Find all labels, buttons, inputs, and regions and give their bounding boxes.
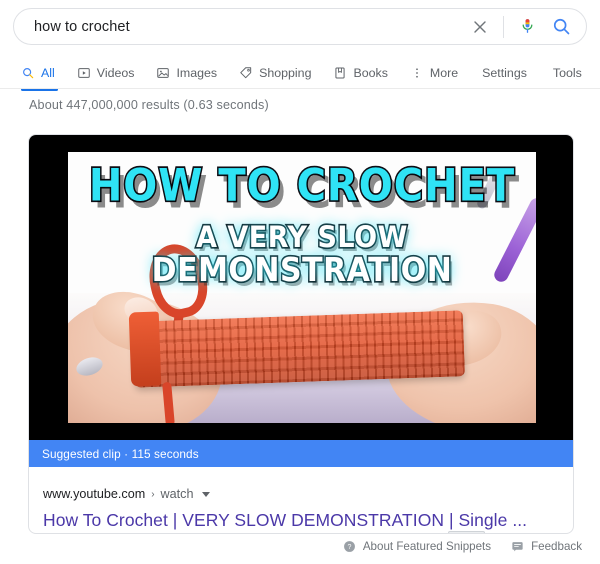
image-icon — [156, 66, 170, 80]
url-path: watch — [160, 487, 194, 501]
tab-books[interactable]: Books — [322, 60, 398, 86]
book-icon — [333, 66, 347, 80]
tab-more[interactable]: More — [399, 60, 469, 86]
search-bar-divider — [503, 15, 504, 38]
magnifier-icon — [21, 66, 35, 80]
close-x-icon[interactable] — [467, 14, 493, 40]
about-featured-snippets-link[interactable]: ? About Featured Snippets — [343, 540, 491, 553]
thumbnail-title-line2: A VERY SLOW — [195, 220, 409, 255]
feedback-icon — [511, 540, 524, 553]
tabs-divider — [0, 88, 600, 89]
url-separator: › — [151, 488, 155, 500]
crochet-fabric — [132, 310, 466, 388]
tab-more-label: More — [429, 66, 459, 80]
search-input[interactable] — [32, 9, 467, 44]
google-search-results-page: All Videos Images — [0, 0, 600, 564]
tab-shopping[interactable]: Shopping — [228, 60, 322, 86]
about-featured-snippets-label: About Featured Snippets — [362, 540, 492, 553]
video-player[interactable]: HOW TO CROCHET A VERY SLOW DEMONSTRATION… — [29, 135, 573, 533]
settings-label: Settings — [482, 66, 527, 80]
feedback-link[interactable]: Feedback — [511, 540, 582, 553]
suggested-clip-bar[interactable]: Suggested clip · 115 seconds — [29, 440, 573, 467]
svg-text:?: ? — [347, 544, 351, 551]
tab-books-label: Books — [353, 66, 388, 80]
video-icon — [77, 66, 91, 80]
thumbnail-title-line3: DEMONSTRATION — [150, 251, 453, 290]
magnifier-icon[interactable] — [550, 16, 572, 38]
progress-time-tooltip: 15:09 — [448, 531, 485, 533]
video-thumbnail[interactable]: HOW TO CROCHET A VERY SLOW DEMONSTRATION — [68, 152, 536, 423]
tab-images-label: Images — [176, 66, 218, 80]
more-vert-icon — [410, 66, 424, 80]
featured-snippet-card: HOW TO CROCHET A VERY SLOW DEMONSTRATION… — [28, 134, 574, 534]
search-tabs: All Videos Images Shopping Books More Se… — [13, 60, 587, 91]
tab-all-label: All — [41, 66, 55, 80]
url-host: www.youtube.com — [43, 487, 146, 501]
tab-videos[interactable]: Videos — [66, 60, 146, 86]
tab-shopping-label: Shopping — [259, 66, 312, 80]
microphone-icon[interactable] — [516, 15, 538, 39]
search-bar[interactable] — [13, 8, 587, 45]
tag-icon — [239, 66, 253, 80]
tab-all[interactable]: All — [13, 60, 66, 91]
chevron-down-icon[interactable] — [202, 491, 211, 497]
settings-button[interactable]: Settings — [469, 60, 540, 86]
tabs-right-group: Settings Tools — [469, 60, 595, 86]
tab-videos-label: Videos — [96, 66, 135, 80]
suggested-clip-label: Suggested clip · 115 seconds — [42, 446, 199, 461]
search-bar-icons — [467, 9, 586, 44]
tools-label: Tools — [552, 66, 582, 80]
help-circle-icon: ? — [343, 540, 356, 553]
result-stats: About 447,000,000 results (0.63 seconds) — [29, 98, 269, 112]
crochet-fabric-edge — [128, 311, 162, 387]
tools-button[interactable]: Tools — [540, 60, 595, 86]
result-link-block: www.youtube.com › watch How To Crochet |… — [29, 467, 573, 531]
tab-images[interactable]: Images — [145, 60, 228, 86]
result-url[interactable]: www.youtube.com › watch — [43, 487, 573, 501]
thumbnail-title-line1: HOW TO CROCHET — [87, 160, 516, 212]
result-title-link[interactable]: How To Crochet | VERY SLOW DEMONSTRATION… — [43, 510, 573, 531]
featured-snippet-footer: ? About Featured Snippets Feedback — [0, 540, 600, 553]
feedback-label: Feedback — [531, 540, 582, 553]
